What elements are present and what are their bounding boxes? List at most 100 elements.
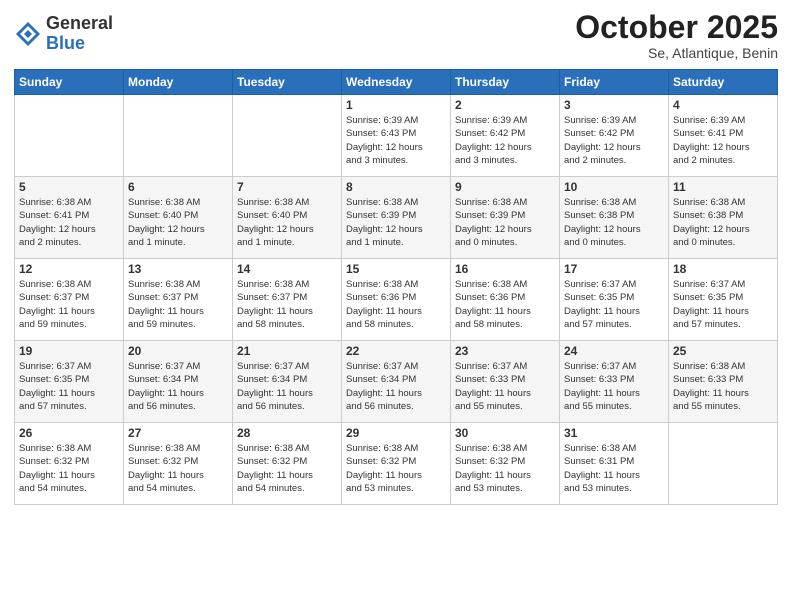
header: General Blue October 2025 Se, Atlantique… <box>14 10 778 61</box>
day-cell <box>669 423 778 505</box>
day-number: 18 <box>673 262 773 276</box>
day-cell: 26 Sunrise: 6:38 AM Sunset: 6:32 PM Dayli… <box>15 423 124 505</box>
day-number: 21 <box>237 344 337 358</box>
day-number: 14 <box>237 262 337 276</box>
day-info: Sunrise: 6:38 AM Sunset: 6:36 PM Dayligh… <box>455 278 555 331</box>
day-cell: 20 Sunrise: 6:37 AM Sunset: 6:34 PM Dayli… <box>124 341 233 423</box>
day-number: 3 <box>564 98 664 112</box>
day-cell: 11 Sunrise: 6:38 AM Sunset: 6:38 PM Dayli… <box>669 177 778 259</box>
col-wednesday: Wednesday <box>342 70 451 95</box>
day-number: 23 <box>455 344 555 358</box>
day-info: Sunrise: 6:37 AM Sunset: 6:35 PM Dayligh… <box>673 278 773 331</box>
day-cell <box>233 95 342 177</box>
day-info: Sunrise: 6:38 AM Sunset: 6:32 PM Dayligh… <box>455 442 555 495</box>
logo: General Blue <box>14 14 113 54</box>
col-sunday: Sunday <box>15 70 124 95</box>
day-number: 1 <box>346 98 446 112</box>
header-row: Sunday Monday Tuesday Wednesday Thursday… <box>15 70 778 95</box>
day-number: 5 <box>19 180 119 194</box>
day-number: 20 <box>128 344 228 358</box>
day-info: Sunrise: 6:37 AM Sunset: 6:33 PM Dayligh… <box>564 360 664 413</box>
day-number: 22 <box>346 344 446 358</box>
day-info: Sunrise: 6:39 AM Sunset: 6:43 PM Dayligh… <box>346 114 446 167</box>
day-info: Sunrise: 6:38 AM Sunset: 6:39 PM Dayligh… <box>455 196 555 249</box>
day-cell: 6 Sunrise: 6:38 AM Sunset: 6:40 PM Daylig… <box>124 177 233 259</box>
col-saturday: Saturday <box>669 70 778 95</box>
day-info: Sunrise: 6:38 AM Sunset: 6:32 PM Dayligh… <box>19 442 119 495</box>
day-info: Sunrise: 6:38 AM Sunset: 6:37 PM Dayligh… <box>237 278 337 331</box>
day-info: Sunrise: 6:37 AM Sunset: 6:35 PM Dayligh… <box>564 278 664 331</box>
logo-text: General Blue <box>46 14 113 54</box>
day-number: 30 <box>455 426 555 440</box>
day-number: 26 <box>19 426 119 440</box>
day-cell: 15 Sunrise: 6:38 AM Sunset: 6:36 PM Dayli… <box>342 259 451 341</box>
day-cell: 4 Sunrise: 6:39 AM Sunset: 6:41 PM Daylig… <box>669 95 778 177</box>
day-number: 2 <box>455 98 555 112</box>
day-cell: 10Sunrise: 6:38 AM Sunset: 6:38 PM Dayli… <box>560 177 669 259</box>
day-number: 12 <box>19 262 119 276</box>
calendar-body: 1 Sunrise: 6:39 AM Sunset: 6:43 PM Daylig… <box>15 95 778 505</box>
day-cell: 22 Sunrise: 6:37 AM Sunset: 6:34 PM Dayli… <box>342 341 451 423</box>
day-info: Sunrise: 6:37 AM Sunset: 6:34 PM Dayligh… <box>346 360 446 413</box>
day-info: Sunrise: 6:38 AM Sunset: 6:40 PM Dayligh… <box>237 196 337 249</box>
day-cell: 9 Sunrise: 6:38 AM Sunset: 6:39 PM Daylig… <box>451 177 560 259</box>
day-cell: 16Sunrise: 6:38 AM Sunset: 6:36 PM Dayli… <box>451 259 560 341</box>
day-info: Sunrise: 6:38 AM Sunset: 6:32 PM Dayligh… <box>237 442 337 495</box>
day-cell <box>124 95 233 177</box>
day-cell: 14 Sunrise: 6:38 AM Sunset: 6:37 PM Dayli… <box>233 259 342 341</box>
day-info: Sunrise: 6:38 AM Sunset: 6:38 PM Dayligh… <box>673 196 773 249</box>
day-cell <box>15 95 124 177</box>
day-number: 31 <box>564 426 664 440</box>
day-number: 11 <box>673 180 773 194</box>
day-info: Sunrise: 6:38 AM Sunset: 6:32 PM Dayligh… <box>346 442 446 495</box>
day-cell: 18 Sunrise: 6:37 AM Sunset: 6:35 PM Dayli… <box>669 259 778 341</box>
day-number: 7 <box>237 180 337 194</box>
day-cell: 17Sunrise: 6:37 AM Sunset: 6:35 PM Dayli… <box>560 259 669 341</box>
col-friday: Friday <box>560 70 669 95</box>
day-number: 10 <box>564 180 664 194</box>
month-title: October 2025 <box>575 10 778 45</box>
col-tuesday: Tuesday <box>233 70 342 95</box>
day-cell: 25Sunrise: 6:38 AM Sunset: 6:33 PM Dayli… <box>669 341 778 423</box>
day-number: 15 <box>346 262 446 276</box>
col-monday: Monday <box>124 70 233 95</box>
day-cell: 19 Sunrise: 6:37 AM Sunset: 6:35 PM Dayli… <box>15 341 124 423</box>
day-cell: 30 Sunrise: 6:38 AM Sunset: 6:32 PM Dayli… <box>451 423 560 505</box>
day-cell: 5Sunrise: 6:38 AM Sunset: 6:41 PM Daylig… <box>15 177 124 259</box>
day-info: Sunrise: 6:37 AM Sunset: 6:33 PM Dayligh… <box>455 360 555 413</box>
logo-general: General <box>46 14 113 34</box>
day-info: Sunrise: 6:39 AM Sunset: 6:42 PM Dayligh… <box>564 114 664 167</box>
day-cell: 12 Sunrise: 6:38 AM Sunset: 6:37 PM Dayli… <box>15 259 124 341</box>
day-number: 13 <box>128 262 228 276</box>
day-info: Sunrise: 6:37 AM Sunset: 6:34 PM Dayligh… <box>237 360 337 413</box>
day-cell: 29 Sunrise: 6:38 AM Sunset: 6:32 PM Dayli… <box>342 423 451 505</box>
day-number: 6 <box>128 180 228 194</box>
day-info: Sunrise: 6:38 AM Sunset: 6:36 PM Dayligh… <box>346 278 446 331</box>
day-number: 9 <box>455 180 555 194</box>
day-info: Sunrise: 6:38 AM Sunset: 6:37 PM Dayligh… <box>19 278 119 331</box>
day-info: Sunrise: 6:38 AM Sunset: 6:40 PM Dayligh… <box>128 196 228 249</box>
day-info: Sunrise: 6:39 AM Sunset: 6:42 PM Dayligh… <box>455 114 555 167</box>
day-number: 29 <box>346 426 446 440</box>
day-cell: 31Sunrise: 6:38 AM Sunset: 6:31 PM Dayli… <box>560 423 669 505</box>
day-info: Sunrise: 6:38 AM Sunset: 6:32 PM Dayligh… <box>128 442 228 495</box>
calendar-header: Sunday Monday Tuesday Wednesday Thursday… <box>15 70 778 95</box>
day-number: 19 <box>19 344 119 358</box>
week-row-1: 1 Sunrise: 6:39 AM Sunset: 6:43 PM Daylig… <box>15 95 778 177</box>
day-info: Sunrise: 6:38 AM Sunset: 6:33 PM Dayligh… <box>673 360 773 413</box>
week-row-5: 26 Sunrise: 6:38 AM Sunset: 6:32 PM Dayli… <box>15 423 778 505</box>
day-cell: 23 Sunrise: 6:37 AM Sunset: 6:33 PM Dayli… <box>451 341 560 423</box>
logo-blue: Blue <box>46 34 113 54</box>
day-number: 24 <box>564 344 664 358</box>
day-number: 4 <box>673 98 773 112</box>
logo-icon <box>14 20 42 48</box>
day-number: 28 <box>237 426 337 440</box>
day-info: Sunrise: 6:37 AM Sunset: 6:35 PM Dayligh… <box>19 360 119 413</box>
week-row-2: 5Sunrise: 6:38 AM Sunset: 6:41 PM Daylig… <box>15 177 778 259</box>
week-row-3: 12 Sunrise: 6:38 AM Sunset: 6:37 PM Dayli… <box>15 259 778 341</box>
title-block: October 2025 Se, Atlantique, Benin <box>575 10 778 61</box>
day-cell: 24 Sunrise: 6:37 AM Sunset: 6:33 PM Dayli… <box>560 341 669 423</box>
day-info: Sunrise: 6:39 AM Sunset: 6:41 PM Dayligh… <box>673 114 773 167</box>
day-info: Sunrise: 6:37 AM Sunset: 6:34 PM Dayligh… <box>128 360 228 413</box>
day-cell: 28 Sunrise: 6:38 AM Sunset: 6:32 PM Dayli… <box>233 423 342 505</box>
